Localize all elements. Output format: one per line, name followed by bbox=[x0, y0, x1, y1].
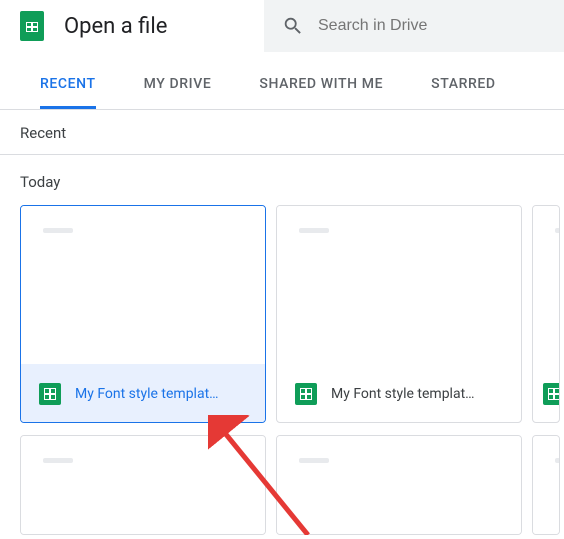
file-thumbnail bbox=[277, 206, 521, 364]
file-card[interactable] bbox=[276, 435, 522, 535]
sheets-file-icon bbox=[543, 383, 560, 405]
tab-recent[interactable]: RECENT bbox=[40, 76, 96, 109]
sheets-file-icon bbox=[39, 383, 61, 405]
file-card-partial[interactable] bbox=[532, 205, 560, 423]
dialog-title: Open a file bbox=[64, 14, 167, 39]
file-thumbnail bbox=[533, 436, 559, 534]
section-label: Recent bbox=[0, 110, 564, 154]
tab-my-drive[interactable]: MY DRIVE bbox=[144, 76, 212, 109]
file-card-footer: My Font style templat… bbox=[277, 364, 521, 422]
file-name: My Font style templat… bbox=[75, 386, 219, 402]
sheets-file-icon bbox=[295, 383, 317, 405]
tab-shared-with-me[interactable]: SHARED WITH ME bbox=[259, 76, 383, 109]
sheets-app-icon bbox=[20, 11, 44, 41]
file-card-partial[interactable] bbox=[532, 435, 560, 535]
file-grid-row-1: My Font style templat… My Font style tem… bbox=[0, 205, 564, 423]
file-thumbnail bbox=[533, 206, 559, 364]
file-card-footer bbox=[533, 364, 560, 422]
file-grid-row-2 bbox=[0, 435, 564, 535]
search-icon bbox=[282, 15, 304, 37]
file-name: My Font style templat… bbox=[331, 386, 475, 402]
file-card[interactable] bbox=[20, 435, 266, 535]
search-container[interactable] bbox=[264, 0, 564, 52]
file-card[interactable]: My Font style templat… bbox=[20, 205, 266, 423]
file-card[interactable]: My Font style templat… bbox=[276, 205, 522, 423]
file-card-footer: My Font style templat… bbox=[21, 364, 265, 422]
tab-starred[interactable]: STARRED bbox=[431, 76, 496, 109]
tab-bar: RECENT MY DRIVE SHARED WITH ME STARRED bbox=[0, 52, 564, 109]
file-thumbnail bbox=[21, 206, 265, 364]
dialog-header: Open a file bbox=[0, 0, 564, 52]
file-thumbnail bbox=[21, 436, 265, 534]
group-label: Today bbox=[0, 155, 564, 205]
file-thumbnail bbox=[277, 436, 521, 534]
search-input[interactable] bbox=[318, 17, 564, 35]
